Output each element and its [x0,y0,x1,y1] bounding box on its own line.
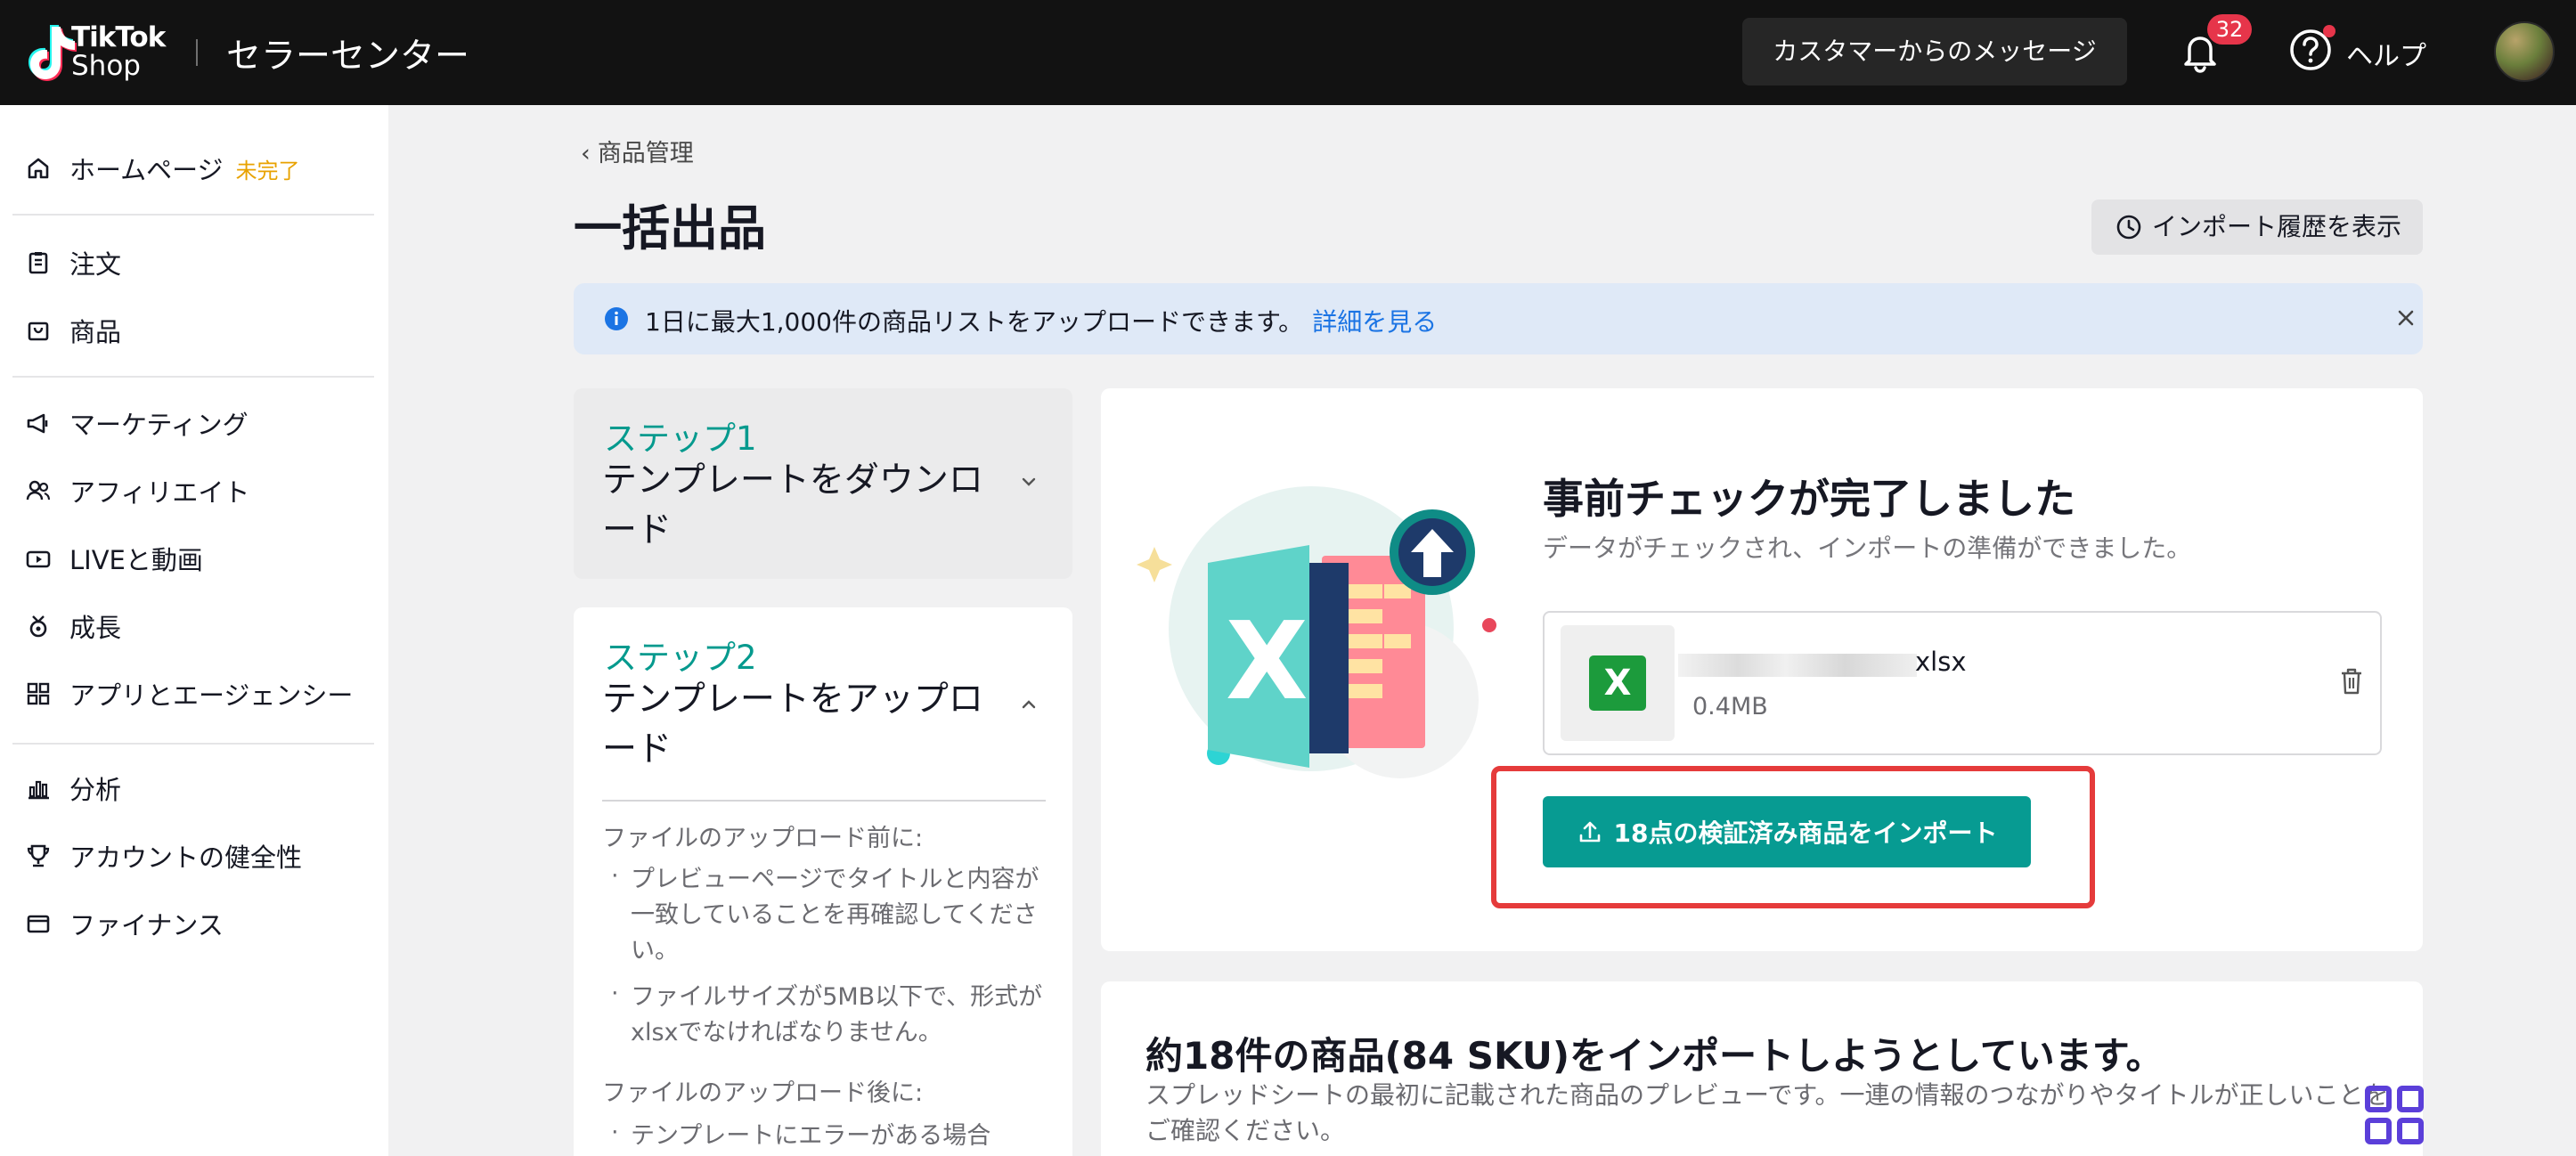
file-name-redacted [1678,654,1917,677]
sidebar-item-label: ホームページ [69,155,224,185]
brand-line2: Shop [71,50,141,82]
sidebar-item-products[interactable]: 商品 [25,306,121,354]
chevron-up-icon[interactable] [1017,693,1040,716]
chevron-left-icon: ‹ [581,140,591,167]
sidebar-item-label: アプリとエージェンシー [69,680,354,711]
step1-panel[interactable]: ステップ1 テンプレートをダウンロード [574,388,1072,579]
sidebar-item-growth[interactable]: 成長 [25,602,121,650]
learn-more-link[interactable]: 詳細を見る [1312,307,1437,337]
sidebar-item-label: 注文 [69,249,122,280]
breadcrumb-label: 商品管理 [597,140,694,167]
chart-icon [25,775,52,802]
sidebar-item-finance[interactable]: ファイナンス [25,900,224,948]
banner-text: 1日に最大1,000件の商品リストをアップロードできます。 [645,307,1304,337]
step2-divider [602,800,1046,802]
topbar-divider [196,39,198,66]
uploaded-file-row: X xlsx 0.4MB [1543,611,2382,755]
sidebar-item-label: LIVEと動画 [69,545,203,575]
import-button-label: 18点の検証済み商品をインポート [1613,818,1998,848]
incomplete-badge: 未完了 [235,158,300,183]
info-banner: 1日に最大1,000件の商品リストをアップロードできます。 詳細を見る [574,283,2423,354]
before-item: プレビューページでタイトルと内容が一致していることを再確認してください。 [631,866,1039,965]
after-item: テンプレートにエラーがある場合 [631,1122,991,1150]
precheck-complete-card: X 事前チェックが完了しました データがチェックされ、インポートの準備ができまし… [1101,388,2423,951]
breadcrumb[interactable]: ‹ 商品管理 [581,134,694,168]
sidebar-item-label: ファイナンス [69,910,224,940]
sidebar-item-live-video[interactable]: LIVEと動画 [25,534,203,582]
precheck-title: 事前チェックが完了しました [1543,475,2075,523]
people-icon [25,477,52,504]
excel-file-icon: X [1589,655,1646,711]
sidebar-item-analytics[interactable]: 分析 [25,764,121,812]
summary-subtitle: スプレッドシートの最初に記載された商品のプレビューです。一連の情報のつながりやタ… [1145,1080,2389,1145]
trash-icon[interactable] [2337,666,2366,696]
banner-text-row: 1日に最大1,000件の商品リストをアップロードできます。 詳細を見る [645,303,1437,338]
sidebar-item-label: アフィリエイト [69,477,250,508]
customer-messages-button[interactable]: カスタマーからのメッセージ [1742,18,2127,85]
app-title: セラーセンター [226,37,470,77]
megaphone-icon [25,410,52,436]
notification-count-badge: 32 [2207,14,2252,45]
bullet-dot: · [611,980,619,1007]
excel-upload-illustration: X [1137,486,1496,778]
upload-icon [1579,821,1600,843]
bullet-dot: · [611,1119,619,1146]
sidebar-item-marketing[interactable]: マーケティング [25,399,249,447]
sidebar-item-account-health[interactable]: アカウントの健全性 [25,832,302,880]
sidebar-item-label: 分析 [69,775,122,805]
step1-number: ステップ1 [604,419,757,458]
sidebar-divider [12,376,374,378]
file-extension: xlsx [1915,647,1967,677]
file-thumbnail: X [1561,625,1675,741]
clipboard-icon [25,249,52,276]
before-upload-heading: ファイルのアップロード前に: [602,825,924,852]
step1-title: テンプレートをダウンロード [602,460,983,550]
info-icon [605,307,628,330]
step2-title: テンプレートをアップロード [602,680,983,769]
precheck-subtitle: データがチェックされ、インポートの準備ができました。 [1543,533,2192,563]
sidebar-item-label: マーケティング [69,410,249,440]
import-summary-card: 約18件の商品(84 SKU)をインポートしようとしています。 スプレッドシート… [1101,981,2423,1156]
view-import-history-button[interactable]: インポート履歴を表示 [2091,199,2423,255]
help-link[interactable]: ヘルプ [2346,34,2426,73]
page-title: 一括出品 [574,200,766,256]
brand-name: TikTok Shop [71,21,166,82]
growth-icon [25,613,52,639]
sidebar-item-apps[interactable]: アプリとエージェンシー [25,670,353,718]
trophy-icon [25,843,52,869]
step2-number: ステップ2 [604,639,757,677]
sidebar-divider [12,743,374,745]
home-icon [25,155,52,182]
sidebar-item-label: 商品 [69,317,122,347]
step2-panel: ステップ2 テンプレートをアップロード ファイルのアップロード前に: · プレビ… [574,607,1072,1156]
history-button-label: インポート履歴を表示 [2152,212,2402,241]
svg-text:X: X [1226,600,1308,724]
top-bar: TikTok Shop セラーセンター カスタマーからのメッセージ 32 ヘルプ [0,0,2576,105]
apps-grid-icon [25,680,52,707]
file-size: 0.4MB [1692,693,1768,720]
import-verified-products-button[interactable]: 18点の検証済み商品をインポート [1543,796,2031,867]
bullet-dot: · [611,862,619,890]
video-icon [25,545,52,572]
sidebar-item-label: 成長 [69,613,122,643]
sidebar-divider [12,214,374,216]
close-icon[interactable] [2393,305,2419,331]
avatar[interactable] [2494,21,2555,82]
sidebar-item-affiliate[interactable]: アフィリエイト [25,467,249,515]
chevron-down-icon[interactable] [1017,470,1040,493]
before-item: ファイルサイズが5MB以下で、形式がxlsxでなければなりません。 [631,983,1043,1046]
after-upload-heading: ファイルのアップロード後に: [602,1079,924,1107]
summary-title: 約18件の商品(84 SKU)をインポートしようとしています。 [1145,1034,2164,1078]
sidebar-item-home[interactable]: ホームページ 未完了 [25,144,300,192]
sidebar: ホームページ 未完了 注文 商品 マーケティング アフィリエイト LIVEと動画… [0,105,388,1156]
wallet-icon [25,910,52,937]
sidebar-item-orders[interactable]: 注文 [25,239,121,287]
brand-line1: TikTok [71,21,166,53]
qr-grid-icon[interactable] [2364,1085,2425,1145]
help-alert-dot [2323,25,2336,37]
clock-icon [2116,215,2141,240]
bag-icon [25,317,52,344]
sidebar-item-label: アカウントの健全性 [69,843,303,873]
